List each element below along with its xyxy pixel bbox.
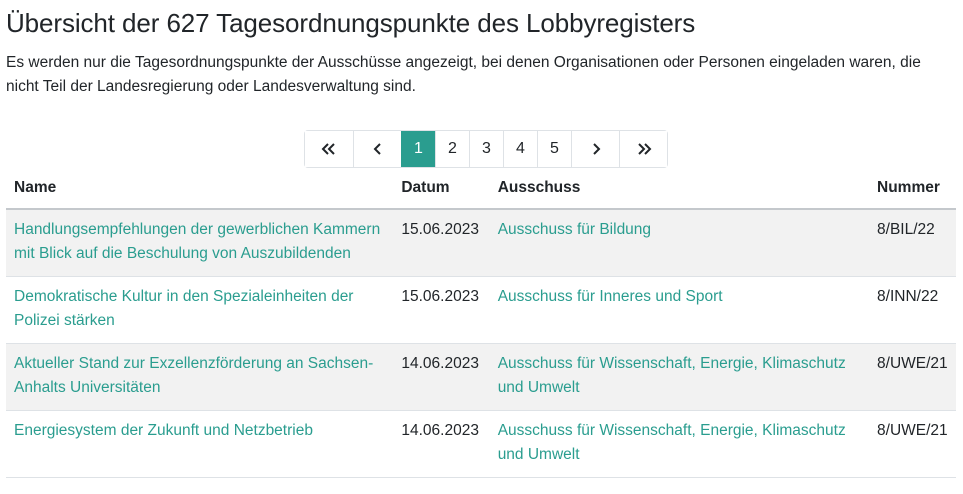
cell-nummer: 8/UWE/21 <box>869 343 956 411</box>
page-4-button[interactable]: 4 <box>503 131 537 167</box>
page-3-button[interactable]: 3 <box>469 131 503 167</box>
chevron-left-icon <box>373 143 381 155</box>
prev-page-button[interactable] <box>353 131 401 167</box>
next-page-button[interactable] <box>571 131 619 167</box>
intro-text: Es werden nur die Tagesordnungspunkte de… <box>6 54 921 95</box>
cell-datum: 15.06.2023 <box>393 276 490 344</box>
double-chevron-right-icon <box>637 143 651 155</box>
agenda-item-link[interactable]: Handlungsempfehlungen der gewerblichen K… <box>14 221 380 262</box>
table-row: Aktueller Stand zur Exzellenzförderung a… <box>6 343 956 411</box>
cell-nummer: 8/INN/22 <box>869 276 956 344</box>
pagination: 1 2 3 4 5 <box>304 130 668 168</box>
agenda-table: Name Datum Ausschuss Nummer Handlungsemp… <box>6 172 956 478</box>
committee-link[interactable]: Ausschuss für Inneres und Sport <box>498 288 723 305</box>
page: Übersicht der 627 Tagesordnungspunkte de… <box>0 0 963 494</box>
cell-datum: 14.06.2023 <box>393 410 490 478</box>
committee-link[interactable]: Ausschuss für Wissenschaft, Energie, Kli… <box>498 355 846 396</box>
first-page-button[interactable] <box>305 131 353 167</box>
agenda-item-link[interactable]: Aktueller Stand zur Exzellenzförderung a… <box>14 355 373 396</box>
cell-datum: 14.06.2023 <box>393 343 490 411</box>
cell-name: Demokratische Kultur in den Spezialeinhe… <box>6 276 394 344</box>
header-name: Name <box>6 172 394 210</box>
agenda-item-link[interactable]: Energiesystem der Zukunft und Netzbetrie… <box>14 422 313 439</box>
cell-ausschuss: Ausschuss für Bildung <box>489 209 870 277</box>
cell-name: Energiesystem der Zukunft und Netzbetrie… <box>6 410 394 478</box>
cell-ausschuss: Ausschuss für Wissenschaft, Energie, Kli… <box>489 343 870 411</box>
table-row: Handlungsempfehlungen der gewerblichen K… <box>6 209 956 277</box>
chevron-right-icon <box>592 143 600 155</box>
cell-datum: 15.06.2023 <box>393 209 490 277</box>
cell-ausschuss: Ausschuss für Wissenschaft, Energie, Kli… <box>489 410 870 478</box>
cell-name: Aktueller Stand zur Exzellenzförderung a… <box>6 343 394 411</box>
committee-link[interactable]: Ausschuss für Wissenschaft, Energie, Kli… <box>498 422 846 463</box>
table-header-row: Name Datum Ausschuss Nummer <box>6 172 956 210</box>
table-row: Demokratische Kultur in den Spezialeinhe… <box>6 276 956 344</box>
cell-ausschuss: Ausschuss für Inneres und Sport <box>489 276 870 344</box>
double-chevron-left-icon <box>321 143 335 155</box>
header-datum: Datum <box>393 172 490 210</box>
agenda-item-link[interactable]: Demokratische Kultur in den Spezialeinhe… <box>14 288 353 329</box>
committee-link[interactable]: Ausschuss für Bildung <box>498 221 651 238</box>
page-1-button[interactable]: 1 <box>401 131 435 167</box>
cell-nummer: 8/UWE/21 <box>869 410 956 478</box>
header-nummer: Nummer <box>869 172 956 210</box>
page-5-button[interactable]: 5 <box>537 131 571 167</box>
last-page-button[interactable] <box>619 131 667 167</box>
header-ausschuss: Ausschuss <box>489 172 870 210</box>
cell-nummer: 8/BIL/22 <box>869 209 956 277</box>
page-2-button[interactable]: 2 <box>435 131 469 167</box>
table-row: Energiesystem der Zukunft und Netzbetrie… <box>6 410 956 478</box>
cell-name: Handlungsempfehlungen der gewerblichen K… <box>6 209 394 277</box>
page-title: Übersicht der 627 Tagesordnungspunkte de… <box>6 8 696 38</box>
